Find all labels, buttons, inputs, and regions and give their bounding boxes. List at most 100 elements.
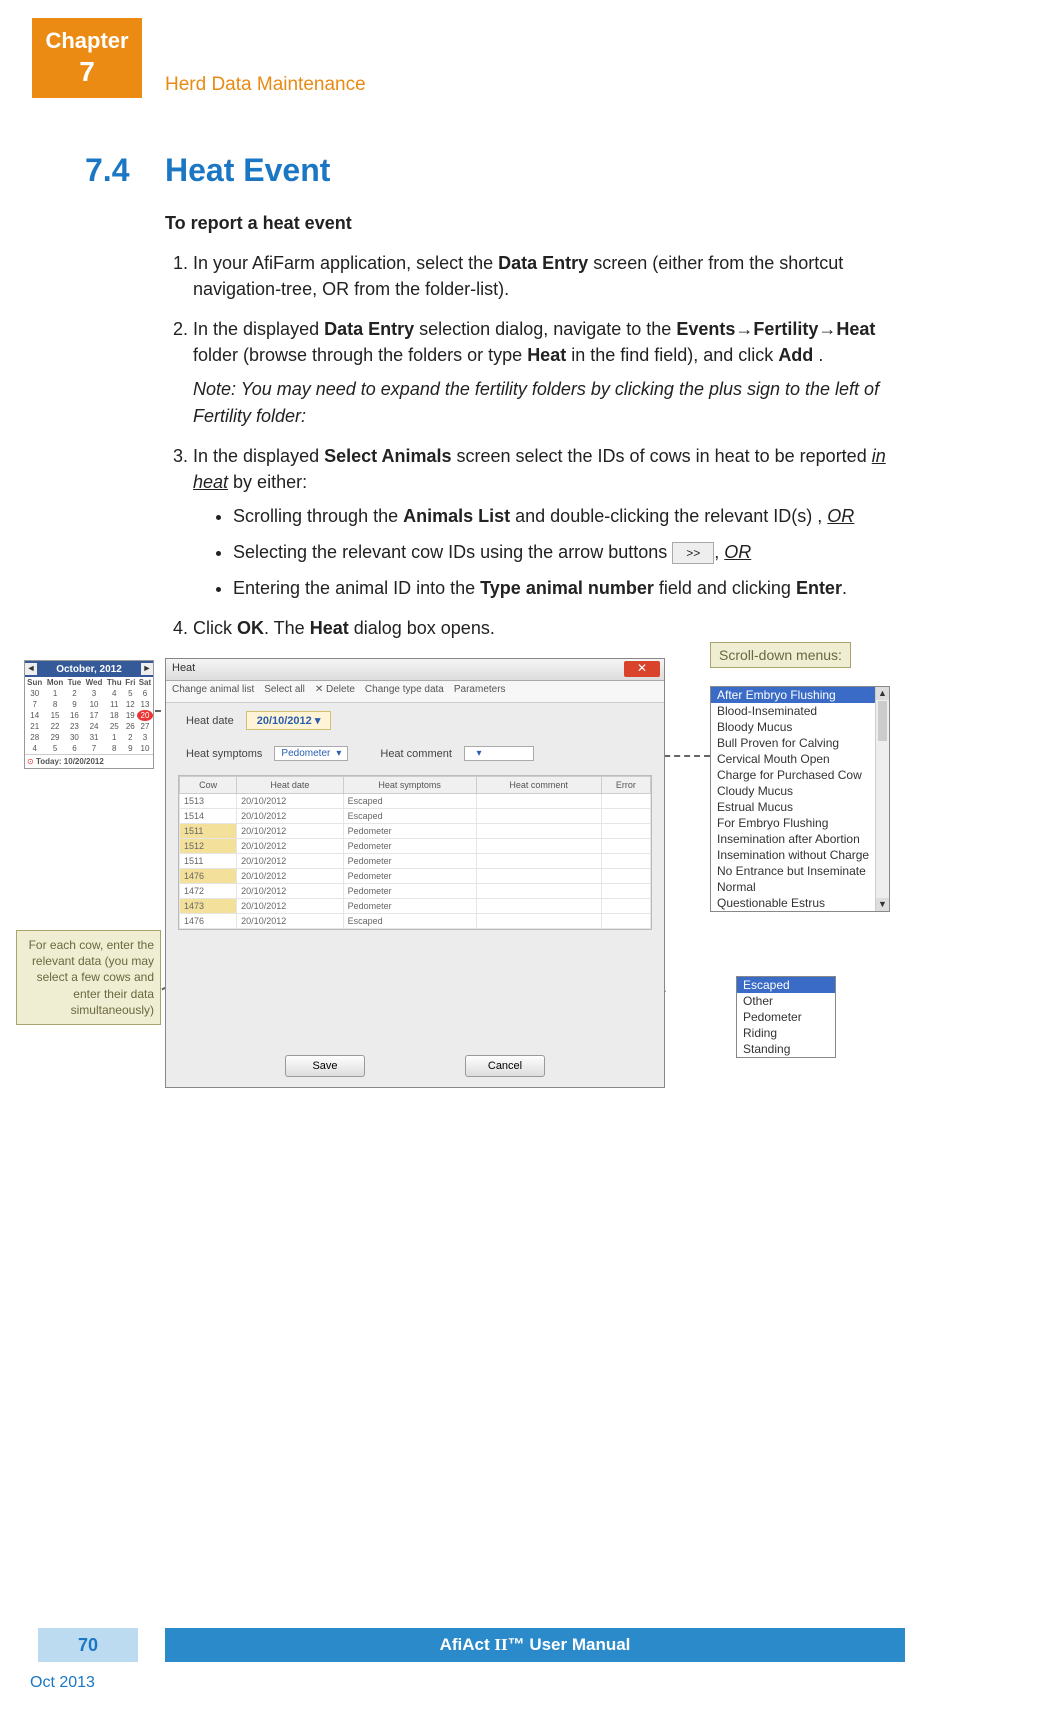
calendar-cell[interactable]: 1 [44,688,65,699]
list-item[interactable]: Insemination after Abortion [711,831,889,847]
table-row[interactable]: 151420/10/2012Escaped [180,809,651,824]
table-row[interactable]: 151220/10/2012Pedometer [180,839,651,854]
list-item[interactable]: Pedometer [737,1009,835,1025]
scroll-down-menus-label: Scroll-down menus: [710,642,851,668]
table-row[interactable]: 147220/10/2012Pedometer [180,884,651,899]
calendar-cell[interactable]: 9 [66,699,84,710]
heat-symptoms-listbox[interactable]: EscapedOtherPedometerRidingStanding [736,976,836,1058]
calendar-cell[interactable]: 29 [44,732,65,743]
grid-cell [476,854,601,869]
calendar-cell[interactable]: 22 [44,721,65,732]
list-item[interactable]: After Embryo Flushing [711,687,889,703]
term-type-animal-number: Type animal number [480,578,654,598]
calendar-cell[interactable]: 9 [124,743,137,754]
heat-symptoms-dropdown[interactable]: Pedometer ▾ [274,746,348,761]
calendar-cell[interactable]: 2 [124,732,137,743]
toolbar-item[interactable]: Change animal list [172,684,254,699]
list-item[interactable]: Cervical Mouth Open [711,751,889,767]
calendar-cell[interactable]: 23 [66,721,84,732]
calendar-cell[interactable]: 17 [83,710,105,721]
list-item[interactable]: No Entrance but Inseminate [711,863,889,879]
scroll-thumb[interactable] [878,701,887,741]
calendar-grid[interactable]: SunMonTueWedThuFriSat 301234567891011121… [25,677,153,754]
table-row[interactable]: 151120/10/2012Pedometer [180,854,651,869]
list-item[interactable]: Bloody Mucus [711,719,889,735]
calendar-cell[interactable]: 15 [44,710,65,721]
table-row[interactable]: 147320/10/2012Pedometer [180,899,651,914]
calendar-cell[interactable]: 1 [105,732,124,743]
text: In the displayed [193,446,324,466]
calendar-cell[interactable]: 7 [25,699,44,710]
calendar-cell[interactable]: 12 [124,699,137,710]
calendar-today-text: Today: 10/20/2012 [36,757,104,766]
calendar-cell[interactable]: 3 [137,732,153,743]
calendar-cell[interactable]: 31 [83,732,105,743]
calendar-cell[interactable]: 19 [124,710,137,721]
calendar-cell[interactable]: 16 [66,710,84,721]
calendar-cell[interactable]: 10 [137,743,153,754]
save-button[interactable]: Save [285,1055,365,1077]
toolbar-item[interactable]: ✕ Delete [315,684,355,699]
text: folder (browse through the folders or ty… [193,345,527,365]
calendar-cell[interactable]: 30 [25,688,44,699]
list-item[interactable]: Questionable Estrus [711,895,889,911]
calendar-cell[interactable]: 26 [124,721,137,732]
calendar-cell[interactable]: 18 [105,710,124,721]
list-item[interactable]: Charge for Purchased Cow [711,767,889,783]
calendar-cell[interactable]: 4 [25,743,44,754]
list-item[interactable]: For Embryo Flushing [711,815,889,831]
list-item[interactable]: Other [737,993,835,1009]
calendar-next-icon[interactable]: ► [141,663,153,675]
calendar-cell[interactable]: 28 [25,732,44,743]
calendar-cell[interactable]: 21 [25,721,44,732]
calendar-cell[interactable]: 6 [66,743,84,754]
scrollbar[interactable]: ▲ ▼ [875,687,889,911]
scroll-up-icon[interactable]: ▲ [876,687,889,700]
calendar-cell[interactable]: 24 [83,721,105,732]
close-icon[interactable]: ✕ [624,661,660,677]
calendar-cell[interactable]: 6 [137,688,153,699]
list-item[interactable]: Riding [737,1025,835,1041]
calendar-cell[interactable]: 14 [25,710,44,721]
calendar-cell[interactable]: 27 [137,721,153,732]
calendar-prev-icon[interactable]: ◄ [25,663,37,675]
grid-cell: 20/10/2012 [237,794,343,809]
calendar-cell[interactable]: 8 [44,699,65,710]
toolbar-item[interactable]: Change type data [365,684,444,699]
list-item[interactable]: Insemination without Charge [711,847,889,863]
list-item[interactable]: Standing [737,1041,835,1057]
calendar-cell[interactable]: 11 [105,699,124,710]
table-row[interactable]: 151320/10/2012Escaped [180,794,651,809]
heat-comment-dropdown[interactable]: ▾ [464,746,534,761]
procedure-subhead: To report a heat event [165,210,905,236]
calendar-cell[interactable]: 2 [66,688,84,699]
calendar-cell[interactable]: 7 [83,743,105,754]
table-row[interactable]: 147620/10/2012Pedometer [180,869,651,884]
heat-date-field[interactable]: 20/10/2012 ▾ [246,711,332,730]
list-item[interactable]: Normal [711,879,889,895]
calendar-cell[interactable]: 8 [105,743,124,754]
calendar-cell[interactable]: 20 [137,710,153,721]
dialog-grid[interactable]: CowHeat dateHeat symptomsHeat commentErr… [178,775,652,930]
calendar-cell[interactable]: 30 [66,732,84,743]
table-row[interactable]: 151120/10/2012Pedometer [180,824,651,839]
toolbar-item[interactable]: Parameters [454,684,506,699]
calendar-cell[interactable]: 5 [44,743,65,754]
list-item[interactable]: Estrual Mucus [711,799,889,815]
list-item[interactable]: Bull Proven for Calving [711,735,889,751]
calendar-cell[interactable]: 4 [105,688,124,699]
cancel-button[interactable]: Cancel [465,1055,545,1077]
calendar-cell[interactable]: 25 [105,721,124,732]
table-row[interactable]: 147620/10/2012Escaped [180,914,651,929]
calendar-popup[interactable]: ◄ October, 2012 ► SunMonTueWedThuFriSat … [24,660,154,769]
calendar-cell[interactable]: 13 [137,699,153,710]
list-item[interactable]: Blood-Inseminated [711,703,889,719]
list-item[interactable]: Escaped [737,977,835,993]
scroll-down-icon[interactable]: ▼ [876,898,889,911]
calendar-cell[interactable]: 10 [83,699,105,710]
calendar-cell[interactable]: 3 [83,688,105,699]
calendar-cell[interactable]: 5 [124,688,137,699]
heat-comment-listbox[interactable]: After Embryo FlushingBlood-InseminatedBl… [710,686,890,912]
toolbar-item[interactable]: Select all [264,684,305,699]
list-item[interactable]: Cloudy Mucus [711,783,889,799]
